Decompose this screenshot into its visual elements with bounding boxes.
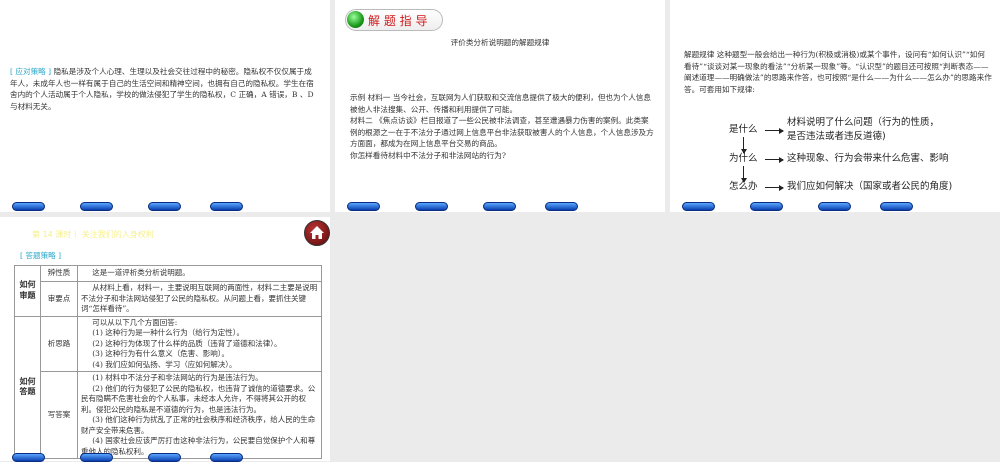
nav-button-4[interactable] <box>210 202 243 211</box>
step-name: 审要点 <box>40 281 78 317</box>
material-one: 示例 材料一 当今社会，互联网为人们获取和交流信息提供了极大的便利，但也为个人信… <box>350 93 651 114</box>
nav-button-3[interactable] <box>818 202 851 211</box>
step-what-label: 是什么 <box>729 124 758 135</box>
slide-2: 解 题 指 导 评价类分析说明题的解题规律 示例 材料一 当今社会，互联网为人们… <box>335 0 665 212</box>
arrow-right-icon <box>765 184 784 191</box>
strategy-body: 隐私是涉及个人心理、生理以及社会交往过程中的秘密。隐私权不仅仅属于成年人，未成年… <box>10 67 314 111</box>
nav-button-4[interactable] <box>545 202 578 211</box>
step-name: 析思路 <box>40 315 78 372</box>
step-why-label: 为什么 <box>729 153 758 164</box>
step-what-answer-line1: 材料说明了什么问题（行为的性质， <box>787 117 940 128</box>
nav-button-1[interactable] <box>347 202 380 211</box>
question: 你怎样看待材料中不法分子和非法网站的行为? <box>350 150 506 160</box>
guide-badge: 解 题 指 导 <box>345 9 443 31</box>
material-two: 材料二 《焦点访谈》栏目报道了一些公民被非法调查，甚至遭遇暴力伤害的案例。此类案… <box>350 116 654 148</box>
nav-button-3[interactable] <box>483 202 516 211</box>
table-row: 如何审题 辨性质 这是一道评析类分析说明题。 <box>14 265 322 317</box>
nav-button-3[interactable] <box>148 202 181 211</box>
answer-strategy-table: 如何审题 辨性质 这是一道评析类分析说明题。 审要点 从材料上看，材料一，主要说… <box>14 265 322 459</box>
step-how-label: 怎么办 <box>729 181 758 192</box>
home-button[interactable] <box>304 220 330 246</box>
group-answer: 如何答题 <box>14 315 41 459</box>
slide-title: 评价类分析说明题的解题规律 <box>450 38 550 47</box>
example-text: 示例 材料一 当今社会，互联网为人们获取和交流信息提供了极大的便利，但也为个人信… <box>350 92 655 161</box>
nav-button-2[interactable] <box>750 202 783 211</box>
strategy-label: [ 应对策略 ] <box>10 67 52 76</box>
guide-badge-label: 解 题 指 导 <box>368 14 428 28</box>
home-icon <box>310 226 324 239</box>
line: (1) 材料中不法分子和非法网站的行为是违法行为。 <box>92 373 263 382</box>
slide-3: 解题规律 这种题型一般会给出一种行为(积极或消极)或某个事件，设问有“如何认识”… <box>670 0 1000 212</box>
arrow-down-icon <box>740 137 747 154</box>
step-content: 从材料上看，材料一，主要说明互联网的两面性，材料二主要是说明不法分子和非法网站侵… <box>77 281 322 317</box>
line: (3) 这种行为有什么意义（危害、影响）。 <box>92 349 230 358</box>
nav-button-1[interactable] <box>12 202 45 211</box>
arrow-right-icon <box>765 127 784 134</box>
line: (4) 我们应如何弘扬、学习（应如何解决）。 <box>92 359 237 369</box>
nav-button-2[interactable] <box>415 202 448 211</box>
nav-button-4[interactable] <box>880 202 913 211</box>
rule-text: 解题规律 这种题型一般会给出一种行为(积极或消极)或某个事件，设问有“如何认识”… <box>684 50 992 94</box>
step-content: 这是一道评析类分析说明题。 <box>77 265 322 282</box>
nav-button-2[interactable] <box>80 202 113 211</box>
step-why-answer: 这种现象、行为会带来什么危害、影响 <box>787 153 949 164</box>
line: 可以从以下几个方面回答: <box>92 317 178 327</box>
line: (4) 国家社会应该严厉打击这种非法行为，公民要自觉保护个人和尊重他人的隐私权利… <box>81 436 316 456</box>
strategy-text: [ 应对策略 ] 隐私是涉及个人心理、生理以及社会交往过程中的秘密。隐私权不仅仅… <box>10 66 315 112</box>
step-what-answer-line2: 是否违法或者违反道德) <box>787 131 886 142</box>
arrow-right-icon <box>765 156 784 163</box>
step-name: 辨性质 <box>40 265 78 282</box>
step-what-answer: 材料说明了什么问题（行为的性质， 是否违法或者违反道德) <box>787 116 939 144</box>
line: (2) 他们的行为侵犯了公民的隐私权，也违背了诚信的道德要求。公民有隐瞒不危害社… <box>81 383 316 414</box>
lesson-title: 第 14 课时丨 关注我们的人身权利 <box>32 230 154 239</box>
answer-strategy-label: [ 答题策略 ] <box>20 251 62 260</box>
table-row: 审要点 从材料上看，材料一，主要说明互联网的两面性，材料二主要是说明不法分子和非… <box>15 281 322 317</box>
step-how-answer: 我们应如何解决（国家或者公民的角度) <box>787 181 953 192</box>
green-dot-icon <box>347 11 364 28</box>
line: (2) 这种行为体现了什么样的品质（违背了道德和法律）。 <box>92 338 282 348</box>
table-row: 写答案 (1) 材料中不法分子和非法网站的行为是违法行为。 (2) 他们的行为侵… <box>15 371 322 459</box>
slide-1: [ 应对策略 ] 隐私是涉及个人心理、生理以及社会交往过程中的秘密。隐私权不仅仅… <box>0 0 330 212</box>
table-row: 如何答题 析思路 可以从以下几个方面回答: (1) 这种行为是一种什么行为（给行… <box>14 315 322 459</box>
step-content: 可以从以下几个方面回答: (1) 这种行为是一种什么行为（给行为定性）。 (2)… <box>77 315 322 372</box>
nav-button-1[interactable] <box>682 202 715 211</box>
line: (3) 他们这种行为扰乱了正常的社会秩序和经济秩序，给人民的生命财产安全带来危害… <box>81 415 316 435</box>
group-review: 如何审题 <box>14 265 41 317</box>
line: (1) 这种行为是一种什么行为（给行为定性）。 <box>92 328 245 337</box>
step-name: 写答案 <box>40 371 78 459</box>
step-content: (1) 材料中不法分子和非法网站的行为是违法行为。 (2) 他们的行为侵犯了公民… <box>77 371 322 459</box>
